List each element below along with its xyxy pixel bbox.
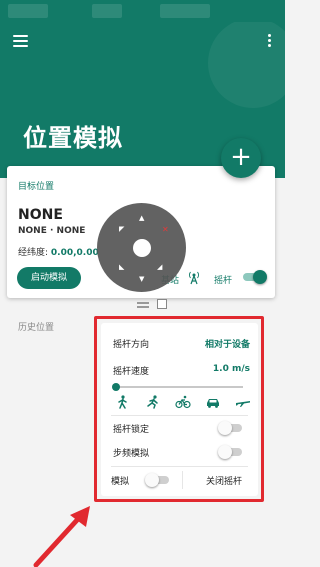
direction-row[interactable]: 摇杆方向 相对于设备: [113, 337, 250, 351]
coordinates-label: 经纬度:: [18, 248, 49, 258]
step-row: 步频模拟: [113, 445, 250, 460]
lock-row: 摇杆锁定: [113, 421, 250, 436]
window-resize-icon[interactable]: [157, 299, 167, 309]
speed-row: 摇杆速度 1.0 m/s: [113, 364, 250, 378]
joystick-lock-toggle[interactable]: [218, 421, 244, 435]
coordinates-value: 0.00,0.00: [50, 248, 99, 258]
target-location-subtitle: NONE · NONE: [18, 226, 86, 236]
direction-indicator-icon: ✕: [162, 225, 169, 234]
joystick-lock-label: 摇杆锁定: [113, 425, 150, 435]
speed-slider-thumb[interactable]: [112, 383, 120, 391]
car-icon[interactable]: [205, 395, 221, 409]
footer-separator: [182, 471, 183, 489]
status-bar-blurred: [92, 4, 122, 18]
target-location-name: NONE: [18, 207, 63, 223]
walk-icon[interactable]: [115, 395, 131, 409]
direction-value[interactable]: 相对于设备: [205, 337, 250, 350]
panel-footer: 模拟 关闭摇杆: [111, 471, 248, 489]
direction-label: 摇杆方向: [113, 340, 150, 350]
arrow-up-left-icon[interactable]: ◤: [119, 225, 124, 233]
step-simulation-toggle[interactable]: [218, 445, 244, 459]
plane-icon[interactable]: [235, 395, 251, 409]
speed-label: 摇杆速度: [113, 367, 150, 377]
simulate-label: 模拟: [111, 477, 130, 487]
target-location-label: 目标位置: [18, 182, 55, 192]
movement-mode-selector: [111, 395, 251, 409]
status-bar: [0, 0, 285, 22]
drag-handle-icon[interactable]: [137, 302, 149, 304]
arrow-down-icon[interactable]: ▼: [139, 275, 144, 283]
antenna-icon[interactable]: [187, 269, 201, 285]
run-icon[interactable]: [145, 395, 161, 409]
start-simulation-button[interactable]: 启动模拟: [17, 267, 81, 289]
overflow-menu-icon[interactable]: [268, 34, 272, 48]
divider: [111, 466, 248, 467]
bike-icon[interactable]: [175, 395, 191, 409]
add-location-button[interactable]: +: [221, 138, 261, 178]
step-simulation-label: 步频模拟: [113, 449, 150, 459]
joystick-label: 摇杆: [214, 276, 233, 286]
red-arrow-annotation-icon: [33, 506, 90, 567]
header-decoration: [208, 18, 285, 108]
joystick-toggle[interactable]: [241, 270, 267, 284]
speed-slider[interactable]: [112, 383, 243, 391]
arrow-down-right-icon[interactable]: ◢: [157, 263, 162, 271]
joystick-knob[interactable]: [133, 239, 151, 257]
divider: [111, 415, 248, 416]
coordinates: 经纬度: 0.00,0.00: [18, 245, 99, 258]
status-bar-blurred: [160, 4, 210, 18]
arrow-up-icon[interactable]: ▲: [139, 214, 144, 222]
joystick-settings-panel: 摇杆方向 相对于设备 摇杆速度 1.0 m/s 摇杆锁定 步频模拟 模拟 关闭摇…: [101, 323, 258, 496]
status-bar-blurred: [8, 4, 48, 18]
close-joystick-button[interactable]: 关闭摇杆: [206, 474, 242, 487]
speed-value: 1.0 m/s: [212, 364, 250, 374]
page-title: 位置模拟: [23, 124, 123, 152]
simulate-toggle[interactable]: [145, 473, 171, 487]
joystick-pad[interactable]: ▲ ▼ ◤ ◣ ◢ ✕: [97, 203, 186, 292]
history-section-label: 历史位置: [18, 323, 55, 333]
hamburger-icon[interactable]: [13, 35, 28, 47]
screen: 位置模拟 目标位置 NONE NONE · NONE 经纬度: 0.00,0.0…: [0, 0, 285, 567]
arrow-down-left-icon[interactable]: ◣: [119, 263, 124, 271]
